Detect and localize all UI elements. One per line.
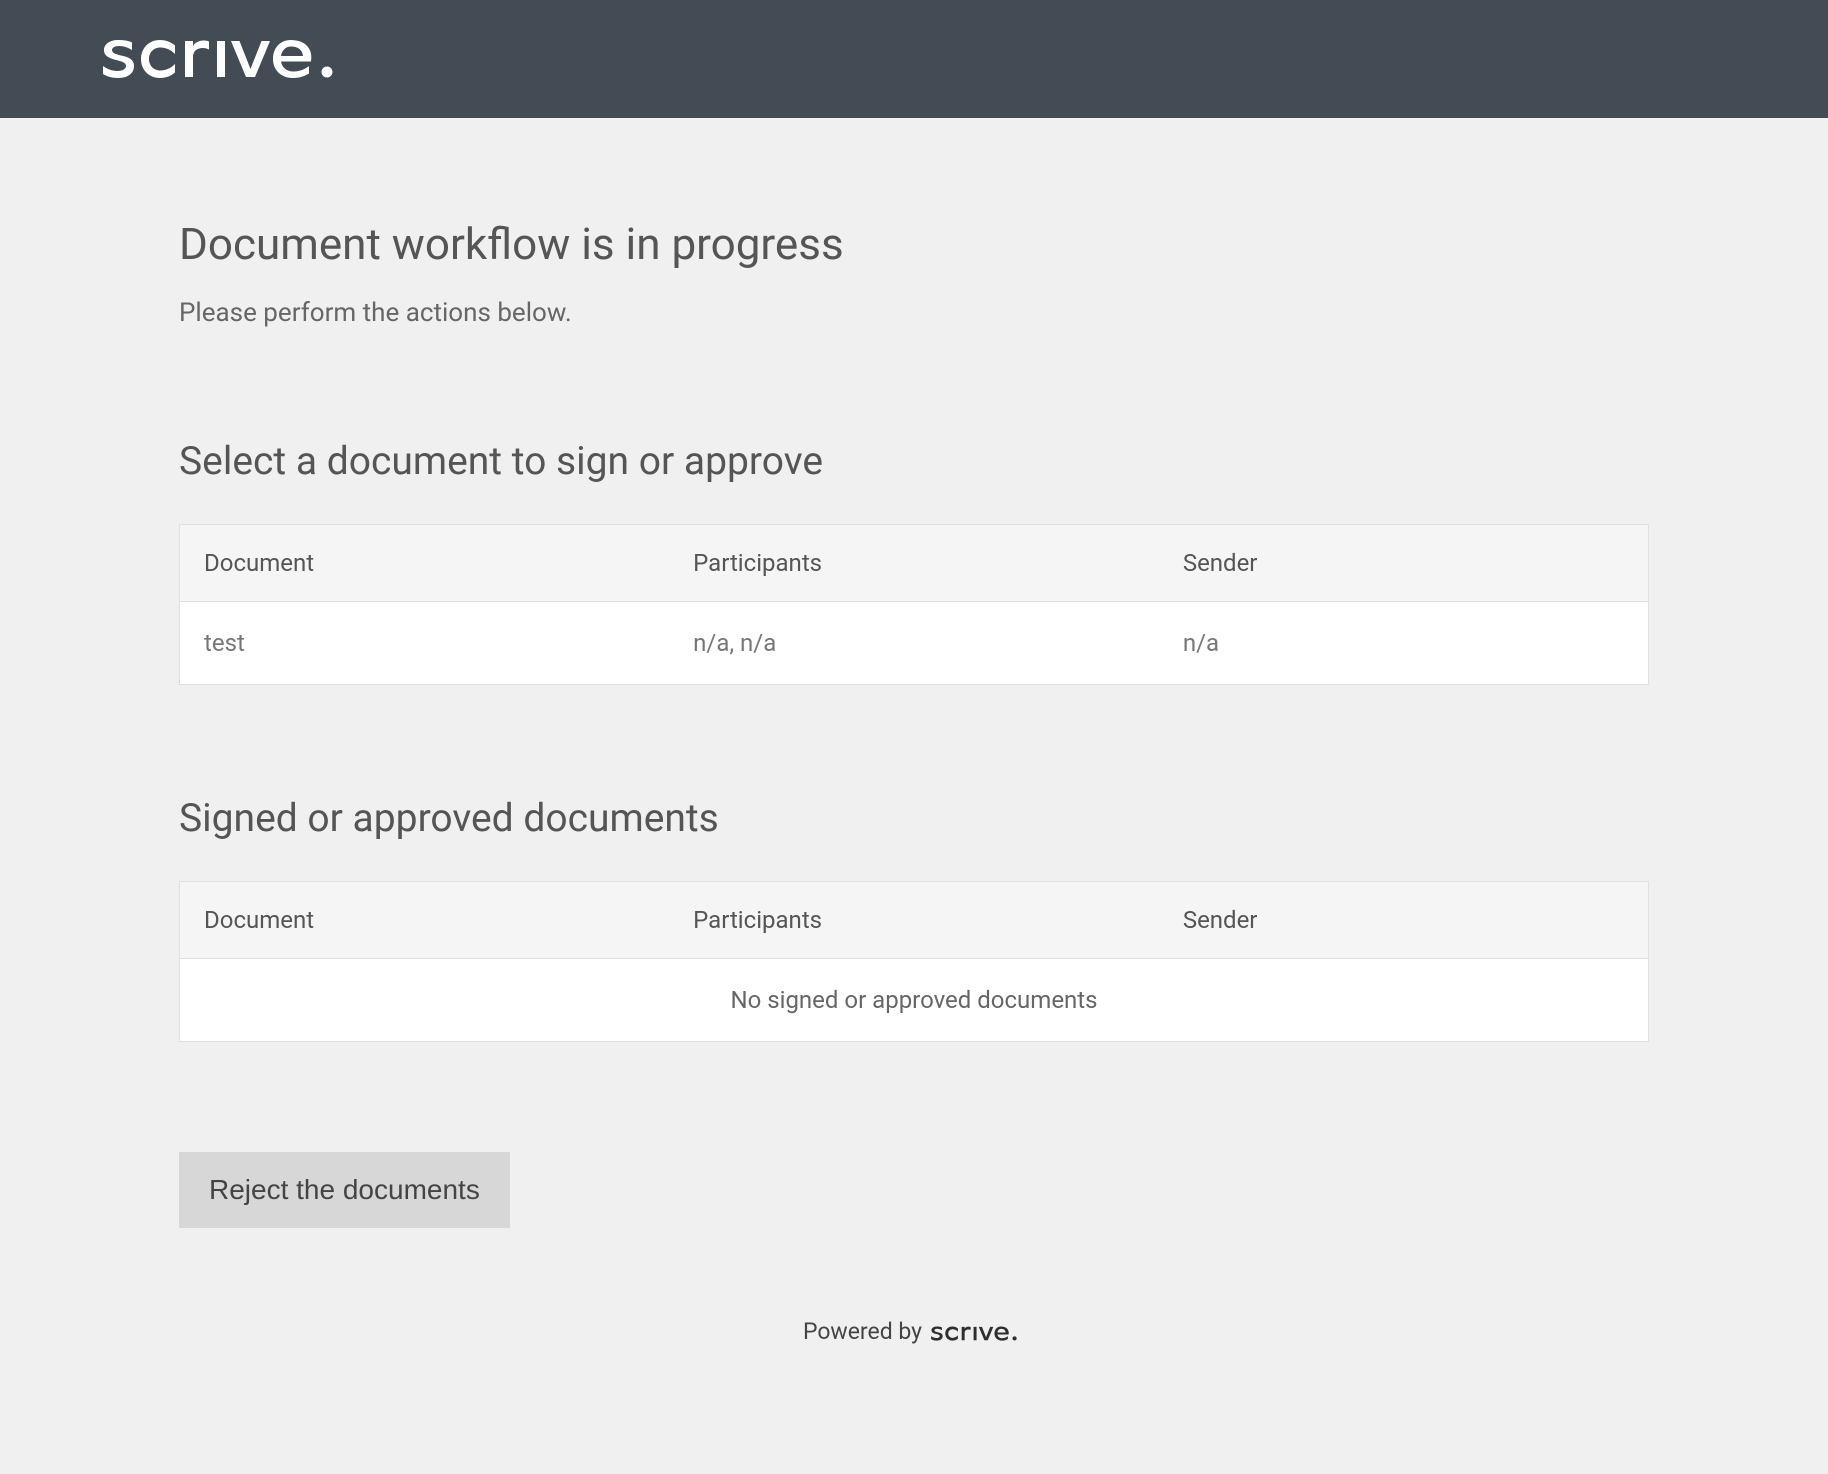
- table-row[interactable]: test n/a, n/a n/a: [180, 602, 1649, 685]
- column-header-participants: Participants: [669, 525, 1159, 602]
- page-title: Document workflow is in progress: [179, 218, 1649, 270]
- table-empty-row: No signed or approved documents: [180, 959, 1649, 1042]
- scrive-logo: [100, 30, 355, 89]
- signed-section-heading: Signed or approved documents: [179, 795, 1649, 841]
- column-header-document: Document: [180, 525, 670, 602]
- cell-participants: n/a, n/a: [669, 602, 1159, 685]
- reject-button[interactable]: Reject the documents: [179, 1152, 510, 1228]
- cell-document: test: [180, 602, 670, 685]
- footer: Powered by: [0, 1318, 1828, 1395]
- column-header-sender: Sender: [1159, 525, 1649, 602]
- select-document-table: Document Participants Sender test n/a, n…: [179, 524, 1649, 685]
- footer-powered-by-text: Powered by: [803, 1318, 922, 1345]
- main-content: Document workflow is in progress Please …: [84, 218, 1744, 1318]
- select-section-heading: Select a document to sign or approve: [179, 438, 1649, 484]
- empty-message: No signed or approved documents: [180, 959, 1649, 1042]
- page-subtitle: Please perform the actions below.: [179, 298, 1649, 328]
- footer-scrive-logo: [930, 1318, 1025, 1345]
- cell-sender: n/a: [1159, 602, 1649, 685]
- signed-document-table: Document Participants Sender No signed o…: [179, 881, 1649, 1042]
- column-header-participants: Participants: [669, 882, 1159, 959]
- column-header-sender: Sender: [1159, 882, 1649, 959]
- header-bar: [0, 0, 1828, 118]
- column-header-document: Document: [180, 882, 670, 959]
